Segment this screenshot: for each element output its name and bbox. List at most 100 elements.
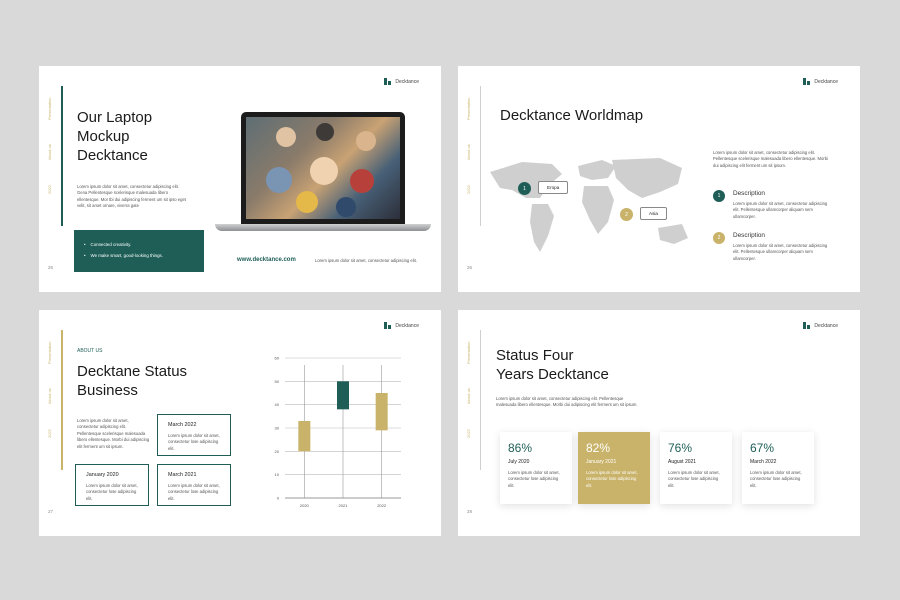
map-pin[interactable]: 1 (518, 182, 531, 195)
team-photo (246, 117, 400, 219)
x-tick-label: 2021 (339, 503, 349, 508)
stat-percent: 67% (750, 441, 775, 455)
side-label: Presentation (47, 341, 52, 364)
laptop-base (215, 224, 431, 231)
stat-percent: 76% (668, 441, 693, 455)
description-item: 2 Description Lorem ipsum dolor sit amet… (713, 232, 829, 262)
side-label: 2022 (47, 429, 52, 438)
stat-percent: 82% (586, 441, 611, 455)
section-label: ABOUT US (77, 348, 103, 354)
stat-date: July 2020 (508, 459, 530, 465)
stat-text: Lorem ipsum dolor sit amet, consectetur … (508, 470, 560, 488)
page-number: 25 (48, 265, 54, 270)
side-rail: Presentation About us 2022 (464, 80, 480, 280)
slide-laptop-mockup: Presentation About us 2022 25 Our Laptop… (39, 66, 441, 292)
logo-icon (803, 322, 811, 329)
y-tick-label: 0 (277, 496, 280, 501)
slide-status-business: Presentation About us 2022 27 ABOUT US D… (39, 310, 441, 536)
logo-icon (384, 78, 392, 85)
page-number: 28 (467, 509, 473, 514)
y-tick-label: 30 (275, 426, 280, 431)
logo-icon (384, 322, 392, 329)
body-text: Lorem ipsum dolor sit amet, consectetur … (77, 184, 186, 209)
y-tick-label: 40 (275, 402, 280, 407)
milestone-date: January 2020 (86, 472, 119, 478)
slide-four-years: Presentation About us 2022 28 Status Fou… (458, 310, 860, 536)
slide-title: Decktance Worldmap (500, 107, 644, 124)
brand-logo: Decktance (803, 322, 838, 329)
stat-date: January 2021 (586, 459, 617, 465)
map-label: Eropa (538, 181, 569, 194)
number-badge: 1 (713, 190, 725, 202)
status-chart: 0 10 20 30 40 50 60 2020 2021 2022 (275, 356, 401, 508)
slide-title: Our Laptop Mockup Decktance (77, 109, 153, 164)
side-label: About us (466, 144, 471, 160)
milestone-date: March 2022 (168, 422, 197, 428)
stat-percent: 86% (508, 441, 533, 455)
chart-bar (298, 421, 311, 452)
description-title: Description (733, 232, 765, 239)
bullet-item: We make smart, good-looking things. (84, 250, 194, 261)
side-divider (480, 86, 481, 226)
x-tick-label: 2020 (300, 503, 310, 508)
side-label: 2022 (466, 429, 471, 438)
side-divider (480, 330, 481, 470)
stat-date: August 2021 (668, 459, 697, 465)
milestone-box: March 2021 Lorem ipsum dolor sit amet, c… (157, 464, 231, 506)
description-title: Description (733, 190, 765, 197)
laptop-mockup (241, 112, 405, 224)
body-text: Lorem ipsum dolor sit amet, consectetur … (77, 418, 150, 449)
description-text: Lorem ipsum dolor sit amet, consectetur … (733, 243, 828, 261)
side-rail: Presentation About us 2022 (45, 80, 61, 280)
page-number: 27 (48, 509, 54, 514)
milestone-text: Lorem ipsum dolor sit amet, consectetur … (168, 483, 220, 501)
stat-card: 86% July 2020 Lorem ipsum dolor sit amet… (500, 432, 572, 504)
stat-date: March 2022 (750, 459, 777, 465)
stat-text: Lorem ipsum dolor sit amet, consectetur … (668, 470, 720, 488)
y-tick-label: 10 (275, 472, 280, 477)
stat-card: 76% August 2021 Lorem ipsum dolor sit am… (660, 432, 732, 504)
side-label: Presentation (466, 97, 471, 120)
side-label: 2022 (466, 185, 471, 194)
side-divider (61, 330, 63, 470)
side-rail: Presentation About us 2022 (464, 324, 480, 524)
side-label: About us (466, 388, 471, 404)
stat-text: Lorem ipsum dolor sit amet, consectetur … (586, 470, 638, 488)
side-label: 2022 (47, 185, 52, 194)
side-label: Presentation (47, 97, 52, 120)
milestone-box: January 2020 Lorem ipsum dolor sit amet,… (75, 464, 149, 506)
brand-logo: Decktance (803, 78, 838, 85)
brand-logo: Decktance (384, 322, 419, 329)
side-rail: Presentation About us 2022 (45, 324, 61, 524)
stat-card-highlight: 82% January 2021 Lorem ipsum dolor sit a… (578, 432, 650, 504)
body-text: Lorem ipsum dolor sit amet, consectetur … (496, 396, 638, 408)
map-pin[interactable]: 2 (620, 208, 633, 221)
side-label: Presentation (466, 341, 471, 364)
milestone-box: March 2022 Lorem ipsum dolor sit amet, c… (157, 414, 231, 456)
stat-card: 67% March 2022 Lorem ipsum dolor sit ame… (742, 432, 814, 504)
side-label: About us (47, 144, 52, 160)
milestone-date: March 2021 (168, 472, 197, 478)
chart-bar (375, 393, 388, 431)
x-tick-label: 2022 (377, 503, 387, 508)
y-tick-label: 20 (275, 449, 280, 454)
y-tick-label: 50 (275, 379, 280, 384)
brand-logo: Decktance (384, 78, 419, 85)
chart-bar (337, 381, 349, 410)
world-map (490, 158, 688, 252)
intro-text: Lorem ipsum dolor sit amet, consectetur … (713, 150, 828, 168)
logo-icon (803, 78, 811, 85)
bullet-item: Connected creativity. (84, 239, 194, 250)
slide-title: Status Four Years Decktance (496, 347, 609, 383)
y-tick-label: 60 (275, 356, 280, 361)
slide-title: Decktane Status Business (77, 363, 188, 399)
url-caption: Lorem ipsum dolor sit amet, consectetur … (315, 258, 417, 263)
website-link[interactable]: www.decktance.com (237, 257, 296, 263)
highlight-box: Connected creativity. We make smart, goo… (74, 230, 204, 272)
milestone-text: Lorem ipsum dolor sit amet, consectetur … (168, 433, 220, 451)
slide-worldmap: Presentation About us 2022 26 Decktance … (458, 66, 860, 292)
milestone-text: Lorem ipsum dolor sit amet, consectetur … (86, 483, 138, 501)
number-badge: 2 (713, 232, 725, 244)
page-number: 26 (467, 265, 473, 270)
map-label: Asia (640, 207, 667, 220)
